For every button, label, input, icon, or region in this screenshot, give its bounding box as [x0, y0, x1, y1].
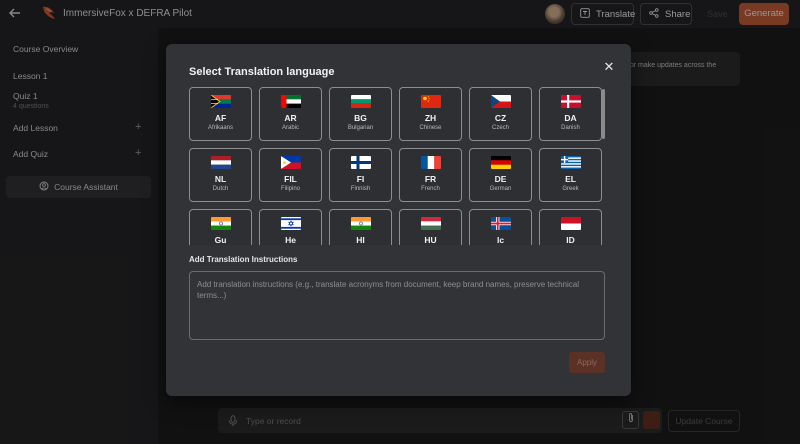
flag-hu-icon: [420, 217, 441, 230]
language-name: Finnish: [350, 186, 371, 192]
language-code: NL: [214, 174, 227, 184]
language-name: German: [489, 186, 512, 192]
language-code: Ic: [496, 235, 505, 245]
modal-title: Select Translation language: [189, 66, 335, 78]
language-name: Greek: [562, 186, 579, 192]
language-code: FR: [424, 174, 437, 184]
language-code: FIL: [284, 174, 297, 184]
flag-il-icon: [280, 217, 301, 230]
language-code: Gu: [214, 235, 227, 245]
flag-de-icon: [490, 156, 511, 169]
language-card-hi[interactable]: HIHindi: [329, 209, 392, 245]
flag-nl-icon: [210, 156, 231, 169]
close-icon[interactable]: ✕: [602, 60, 616, 74]
flag-cn-icon: [420, 95, 441, 108]
language-card-ar[interactable]: AR Arabic: [259, 87, 322, 141]
language-card-nl[interactable]: NL Dutch: [189, 148, 252, 202]
language-name: Danish: [561, 125, 580, 131]
language-name: Bulgarian: [347, 125, 374, 131]
language-card-el[interactable]: EL Greek: [539, 148, 602, 202]
language-card-fil[interactable]: FIL Filipino: [259, 148, 322, 202]
flag-cz-icon: [490, 95, 511, 108]
language-card-gu[interactable]: GuGujarati: [189, 209, 252, 245]
language-code: BG: [354, 113, 367, 123]
language-card-fr[interactable]: FR French: [399, 148, 462, 202]
language-code: HI: [356, 235, 365, 245]
language-code: FI: [356, 174, 365, 184]
language-card-da[interactable]: DA Danish: [539, 87, 602, 141]
language-code: EL: [565, 174, 576, 184]
language-name: Czech: [491, 125, 509, 131]
language-card-bg[interactable]: BG Bulgarian: [329, 87, 392, 141]
flag-id-icon: [560, 217, 581, 230]
language-card-cz[interactable]: CZ Czech: [469, 87, 532, 141]
flag-ph-icon: [280, 156, 301, 169]
language-code: AF: [214, 113, 227, 123]
instructions-label: Add Translation Instructions: [189, 255, 298, 264]
translation-language-modal: Select Translation language ✕ AF Afrikaan…: [166, 44, 631, 396]
language-name: Arabic: [281, 125, 299, 131]
language-code: ZH: [424, 113, 437, 123]
language-card-hu[interactable]: HUHungarian: [399, 209, 462, 245]
language-name: Dutch: [212, 186, 229, 192]
flag-bg-icon: [350, 95, 371, 108]
language-name: Afrikaans: [207, 125, 233, 131]
language-card-id[interactable]: IDIndonesian: [539, 209, 602, 245]
flag-gr-icon: [560, 156, 581, 169]
flag-za-icon: [210, 95, 231, 108]
flag-ae-icon: [280, 95, 301, 108]
language-card-af[interactable]: AF Afrikaans: [189, 87, 252, 141]
flag-fr-icon: [420, 156, 441, 169]
flag-is-icon: [490, 217, 511, 230]
flag-in-icon: [210, 217, 231, 230]
language-code: He: [285, 235, 296, 245]
flag-dk-icon: [560, 95, 581, 108]
language-card-zh[interactable]: ZH Chinese: [399, 87, 462, 141]
language-card-ic[interactable]: IcIcelandic: [469, 209, 532, 245]
language-code: CZ: [494, 113, 507, 123]
language-name: French: [421, 186, 440, 192]
language-card-de[interactable]: DE German: [469, 148, 532, 202]
language-code: AR: [284, 113, 297, 123]
language-name: Chinese: [419, 125, 442, 131]
apply-button[interactable]: Apply: [569, 352, 605, 373]
language-grid-scrollbar[interactable]: [602, 89, 605, 139]
language-card-fi[interactable]: FI Finnish: [329, 148, 392, 202]
instructions-box: [189, 271, 605, 340]
language-grid-scroll-area[interactable]: AF Afrikaans AR Arabic BG Bulgarian ZH Chinese C…: [189, 87, 607, 245]
language-grid: AF Afrikaans AR Arabic BG Bulgarian ZH Chinese C…: [189, 87, 607, 245]
flag-fi-icon: [350, 156, 371, 169]
language-name: Filipino: [280, 186, 300, 192]
flag-in-icon: [350, 217, 371, 230]
language-code: ID: [566, 235, 575, 245]
language-code: DA: [564, 113, 577, 123]
language-code: DE: [494, 174, 507, 184]
language-card-he[interactable]: HeHebrew: [259, 209, 322, 245]
translation-instructions-textarea[interactable]: [197, 279, 597, 332]
language-code: HU: [424, 235, 437, 245]
